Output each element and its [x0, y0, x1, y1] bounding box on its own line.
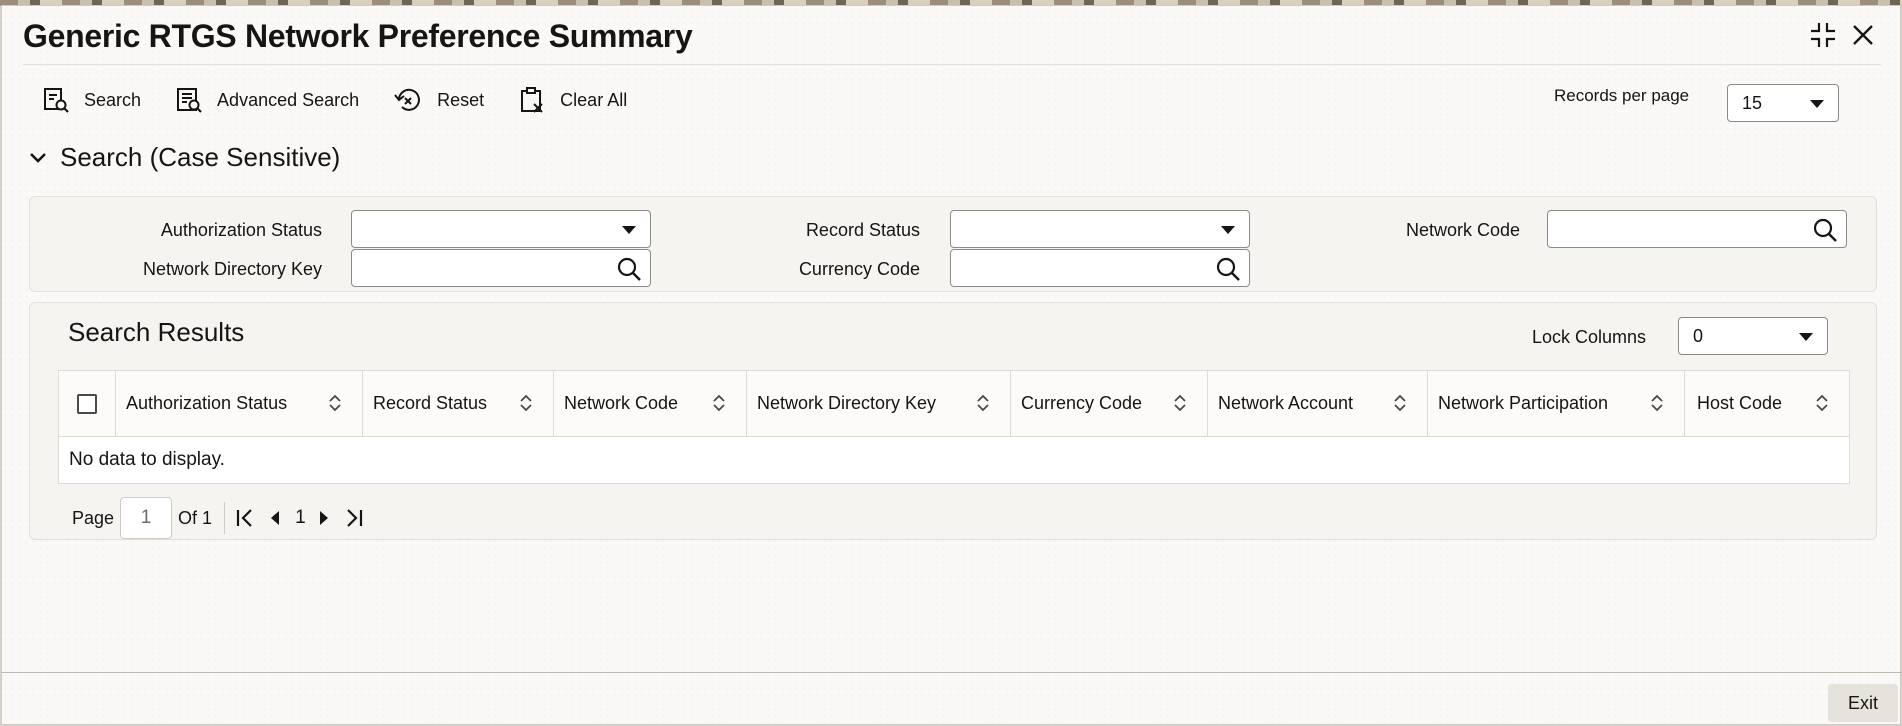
- select-all-cell: [59, 371, 116, 436]
- records-per-page-select[interactable]: 15: [1727, 84, 1839, 122]
- last-page-button[interactable]: [344, 507, 364, 529]
- clear-all-button[interactable]: Clear All: [518, 86, 627, 114]
- close-icon[interactable]: [1848, 20, 1878, 55]
- column-header-label: Network Account: [1218, 393, 1354, 413]
- authorization-status-label: Authorization Status: [160, 220, 322, 240]
- magnifier-icon[interactable]: [1812, 217, 1838, 243]
- page-title: Generic RTGS Network Preference Summary: [23, 18, 693, 54]
- column-header-record-status[interactable]: Record Status: [363, 371, 554, 436]
- sort-icon[interactable]: [519, 393, 533, 413]
- column-header-label: Currency Code: [1021, 393, 1143, 413]
- last-page-icon: [346, 509, 362, 527]
- search-section-toggle[interactable]: Search (Case Sensitive): [28, 142, 340, 173]
- clear-all-icon: [521, 87, 543, 113]
- search-icon: [44, 88, 69, 113]
- title-divider: [23, 64, 1881, 65]
- current-page-number: 1: [295, 507, 306, 528]
- records-per-page-label: Records per page: [1554, 86, 1690, 105]
- table-header-row: Authorization Status Record Status Netwo…: [59, 371, 1849, 437]
- network-code-label: Network Code: [1405, 220, 1520, 240]
- search-label: Search: [84, 89, 142, 110]
- sort-icon[interactable]: [328, 393, 342, 413]
- magnifier-icon[interactable]: [1215, 256, 1241, 282]
- previous-page-icon: [271, 511, 280, 525]
- column-header-network-directory-key[interactable]: Network Directory Key: [747, 371, 1011, 436]
- search-section-title: Search (Case Sensitive): [60, 142, 341, 172]
- summary-window: Generic RTGS Network Preference Summary …: [1, 5, 1902, 725]
- sort-icon[interactable]: [1173, 393, 1187, 413]
- footer-divider: [2, 672, 1902, 673]
- network-directory-key-label: Network Directory Key: [142, 259, 322, 279]
- sort-icon[interactable]: [1393, 393, 1407, 413]
- next-page-icon: [319, 511, 328, 525]
- advanced-search-icon: [177, 88, 202, 113]
- record-status-label: Record Status: [805, 220, 920, 240]
- reset-label: Reset: [437, 89, 485, 110]
- currency-code-input[interactable]: [950, 249, 1250, 287]
- select-all-checkbox[interactable]: [77, 393, 97, 414]
- lock-columns-value: 0: [1693, 325, 1704, 346]
- column-header-authorization-status[interactable]: Authorization Status: [116, 371, 363, 436]
- toolbar: Search Advanced Search Reset Clear All: [42, 82, 661, 118]
- reset-button[interactable]: Reset: [393, 86, 484, 114]
- next-page-button[interactable]: [318, 507, 330, 529]
- chevron-down-icon: [30, 152, 46, 163]
- results-table: Authorization Status Record Status Netwo…: [58, 370, 1850, 484]
- search-criteria-panel: Authorization Status Record Status Netwo…: [29, 196, 1877, 292]
- sort-icon[interactable]: [1650, 393, 1664, 413]
- exit-button[interactable]: Exit: [1828, 684, 1898, 722]
- column-header-network-account[interactable]: Network Account: [1208, 371, 1428, 436]
- previous-page-button[interactable]: [269, 507, 281, 529]
- chevron-down-icon: [1799, 333, 1813, 341]
- sort-icon[interactable]: [976, 393, 990, 413]
- page-label: Page: [72, 507, 115, 528]
- page-count-label: Of 1: [178, 507, 213, 528]
- currency-code-label: Currency Code: [798, 259, 920, 279]
- chevron-down-icon: [1810, 100, 1824, 108]
- first-page-button[interactable]: [235, 507, 255, 529]
- record-status-select[interactable]: [950, 210, 1250, 248]
- network-directory-key-input[interactable]: [351, 249, 651, 287]
- network-code-input[interactable]: [1547, 210, 1847, 248]
- sort-icon[interactable]: [712, 393, 726, 413]
- column-header-label: Network Participation: [1438, 393, 1609, 413]
- minimize-icon[interactable]: [1808, 20, 1838, 55]
- advanced-search-button[interactable]: Advanced Search: [175, 86, 359, 114]
- lock-columns-label: Lock Columns: [1532, 327, 1647, 347]
- page-number-value: 1: [140, 507, 152, 528]
- column-header-label: Record Status: [373, 393, 488, 413]
- advanced-search-label: Advanced Search: [217, 89, 360, 110]
- column-header-host-code[interactable]: Host Code: [1685, 371, 1849, 436]
- lock-columns-select[interactable]: 0: [1678, 317, 1828, 355]
- authorization-status-select[interactable]: [351, 210, 651, 248]
- column-header-label: Host Code: [1697, 393, 1783, 413]
- search-button[interactable]: Search: [42, 86, 141, 114]
- reset-icon: [394, 88, 421, 111]
- sort-icon[interactable]: [1815, 393, 1829, 413]
- first-page-icon: [236, 509, 252, 527]
- column-header-label: Network Code: [564, 393, 679, 413]
- clear-all-label: Clear All: [560, 89, 628, 110]
- column-header-label: Network Directory Key: [757, 393, 937, 413]
- pagination: Page 1 Of 1 1: [72, 497, 378, 539]
- search-results-title: Search Results: [68, 317, 245, 347]
- records-per-page-value: 15: [1742, 92, 1763, 113]
- pager-divider: [224, 502, 226, 534]
- page-number-input[interactable]: 1: [120, 497, 173, 539]
- column-header-currency-code[interactable]: Currency Code: [1011, 371, 1208, 436]
- empty-table-message: No data to display.: [69, 449, 225, 470]
- column-header-label: Authorization Status: [126, 393, 288, 413]
- column-header-network-participation[interactable]: Network Participation: [1428, 371, 1685, 436]
- column-header-network-code[interactable]: Network Code: [554, 371, 747, 436]
- search-results-panel: Search Results Lock Columns 0 Authorizat…: [29, 302, 1877, 540]
